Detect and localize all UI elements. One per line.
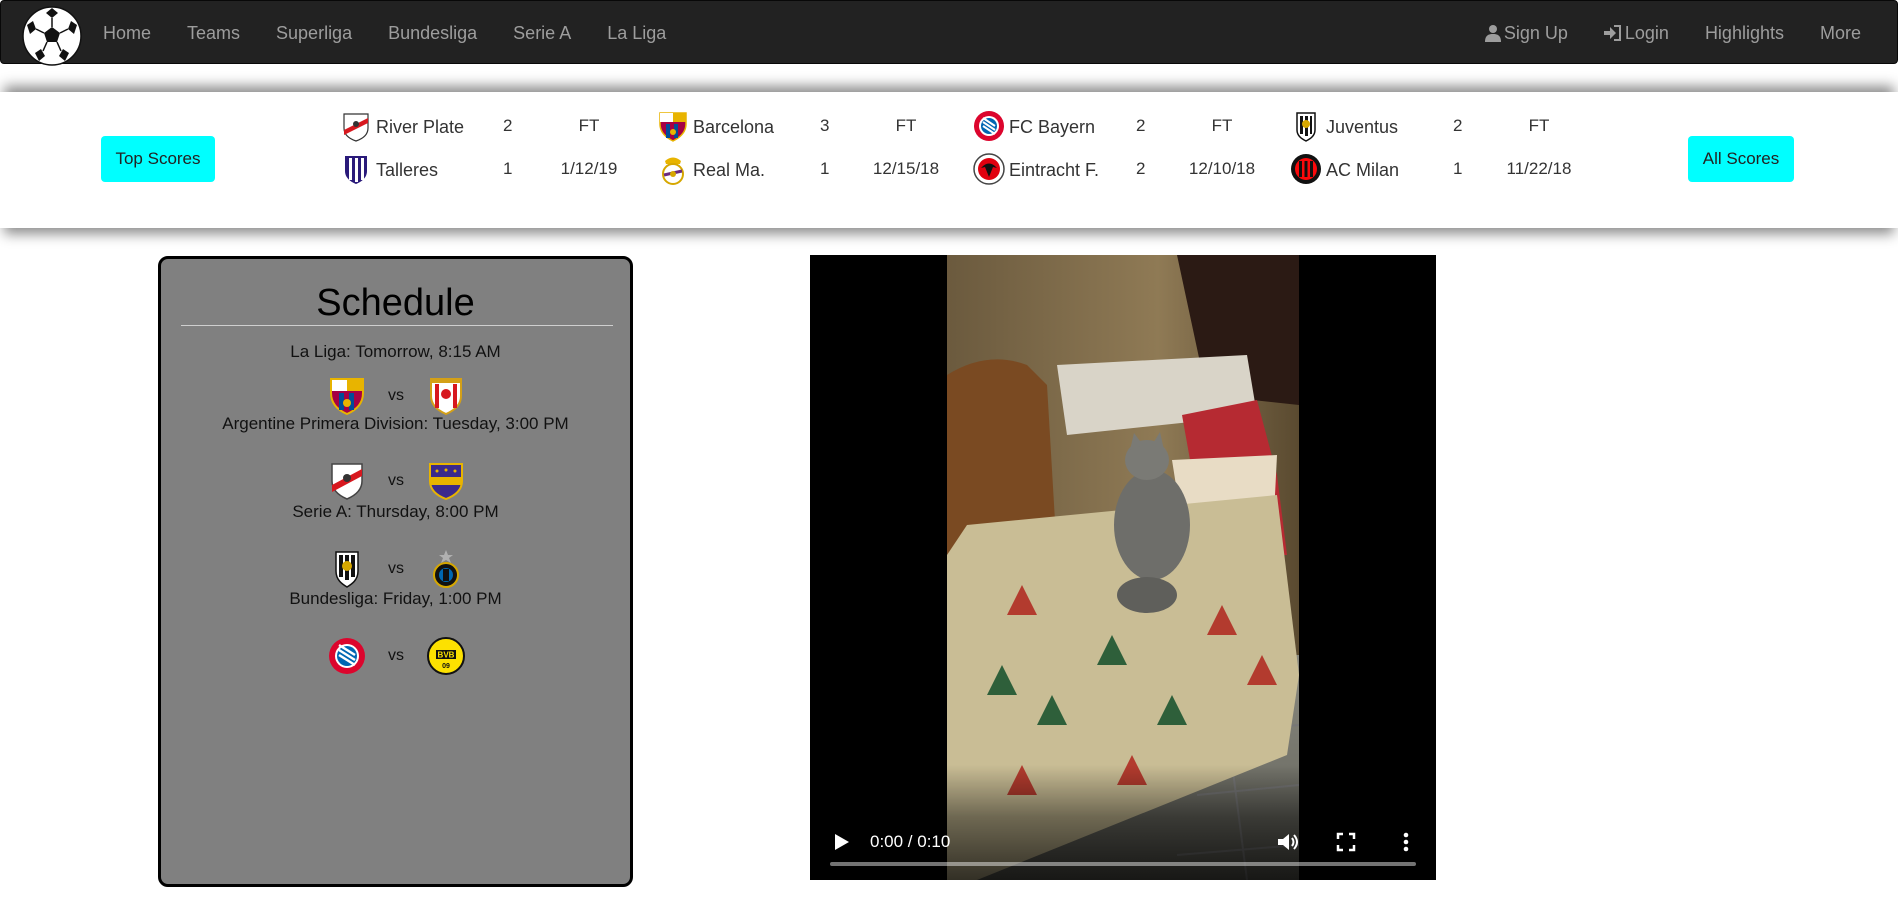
team-score: 1	[503, 159, 513, 178]
nav-link-home[interactable]: Home	[85, 1, 169, 65]
nav-link-highlights[interactable]: Highlights	[1687, 1, 1802, 65]
top-scores-button[interactable]: Top Scores	[101, 136, 215, 182]
login-icon	[1603, 25, 1621, 41]
bayern-crest-icon	[974, 111, 1004, 141]
video-player[interactable]: 0:00 / 0:10	[810, 255, 1436, 880]
match-status: FT	[895, 116, 917, 135]
river-plate-crest-icon	[343, 113, 369, 142]
match-date: 1/12/19	[560, 159, 618, 178]
sevilla-crest-icon	[430, 378, 462, 416]
video-progress-bar[interactable]	[830, 862, 1416, 866]
game-title: Bundesliga: Friday, 1:00 PM	[289, 589, 502, 608]
game-matchup[interactable]: vs	[161, 461, 630, 501]
score-row-home: River Plate 2 FT	[340, 106, 630, 146]
game-title: Serie A: Thursday, 8:00 PM	[292, 502, 499, 521]
score-row-home: FC Bayern 2 FT	[973, 106, 1263, 146]
team-score: 2	[503, 116, 513, 135]
team-score: 1	[820, 159, 830, 178]
dortmund-crest-icon: BVB 09	[427, 637, 465, 675]
match-date: 11/22/18	[1506, 159, 1572, 178]
match-date: 12/10/18	[1188, 159, 1256, 178]
team-name: Eintracht F.	[1009, 160, 1100, 180]
video-controls: 0:00 / 0:10	[810, 765, 1436, 880]
vs-label: vs	[388, 560, 404, 577]
boca-juniors-crest-icon	[429, 463, 463, 501]
team-name: Barcelona	[693, 117, 775, 137]
game-matchup[interactable]: vs BVB 09	[161, 636, 630, 676]
team-score: 2	[1136, 116, 1146, 135]
real-madrid-crest-icon	[662, 157, 684, 185]
nav-link-bundesliga[interactable]: Bundesliga	[370, 1, 495, 65]
score-row-home: Barcelona 3 FT	[657, 106, 947, 146]
user-icon	[1484, 25, 1501, 42]
schedule-panel: Schedule La Liga: Tomorrow, 8:15 AM vs A…	[158, 256, 633, 887]
match-date: 12/15/18	[872, 159, 940, 178]
scores-bar: Top Scores River Plate 2 FT Talleres 1 1…	[0, 92, 1898, 228]
match-status: FT	[1211, 116, 1233, 135]
svg-text:09: 09	[442, 663, 450, 670]
nav-link-serie-a[interactable]: Serie A	[495, 1, 589, 65]
vs-label: vs	[388, 472, 404, 489]
more-options-icon[interactable]	[1393, 829, 1419, 855]
all-scores-button[interactable]: All Scores	[1688, 136, 1794, 182]
video-time: 0:00 / 0:10	[870, 832, 951, 851]
vs-label: vs	[388, 647, 404, 664]
nav-right-links: Sign Up Login Highlights More	[1467, 1, 1879, 65]
barcelona-crest-icon	[330, 378, 364, 416]
game-title: La Liga: Tomorrow, 8:15 AM	[290, 342, 501, 361]
nav-link-teams[interactable]: Teams	[169, 1, 258, 65]
talleres-crest-icon	[345, 156, 367, 184]
team-name: Real Ma.	[693, 160, 766, 180]
nav-links: Home Teams Superliga Bundesliga Serie A …	[85, 1, 684, 65]
match-status: FT	[1528, 116, 1550, 135]
signup-label: Sign Up	[1503, 23, 1568, 43]
login-label: Login	[1624, 23, 1669, 43]
match-status: FT	[578, 116, 600, 135]
play-icon[interactable]	[830, 831, 852, 853]
team-name: Talleres	[376, 160, 439, 180]
signup-link[interactable]: Sign Up	[1467, 1, 1586, 65]
team-name: Juventus	[1326, 117, 1399, 137]
team-score: 2	[1453, 116, 1463, 135]
login-link[interactable]: Login	[1586, 1, 1687, 65]
score-card[interactable]: Juventus 2 FT AC Milan 1 11/22/18	[1290, 106, 1580, 206]
river-plate-crest-icon	[331, 463, 363, 500]
juventus-crest-icon	[1296, 112, 1316, 142]
score-card[interactable]: Barcelona 3 FT Real Ma. 1 12/15/18	[657, 106, 947, 206]
game-matchup[interactable]: vs	[161, 376, 630, 416]
ac-milan-crest-icon	[1291, 154, 1321, 184]
team-score: 3	[820, 116, 830, 135]
schedule-divider	[181, 325, 613, 326]
bayern-crest-icon	[329, 638, 365, 674]
team-name: AC Milan	[1326, 160, 1400, 180]
top-navbar: Home Teams Superliga Bundesliga Serie A …	[0, 0, 1898, 67]
score-card[interactable]: River Plate 2 FT Talleres 1 1/12/19	[340, 106, 630, 206]
volume-icon[interactable]	[1275, 829, 1301, 855]
score-row-away: Eintracht F. 2 12/10/18	[973, 149, 1263, 189]
score-row-away: Real Ma. 1 12/15/18	[657, 149, 947, 189]
nav-link-la-liga[interactable]: La Liga	[589, 1, 684, 65]
vs-label: vs	[388, 387, 404, 404]
nav-link-superliga[interactable]: Superliga	[258, 1, 370, 65]
team-score: 1	[1453, 159, 1463, 178]
inter-crest-icon	[433, 550, 459, 588]
score-row-away: Talleres 1 1/12/19	[340, 149, 630, 189]
fullscreen-icon[interactable]	[1333, 829, 1359, 855]
barcelona-crest-icon	[659, 112, 687, 142]
score-card[interactable]: FC Bayern 2 FT Eintracht F. 2 12/10/18	[973, 106, 1263, 206]
team-score: 2	[1136, 159, 1146, 178]
team-name: FC Bayern	[1009, 117, 1096, 137]
team-name: River Plate	[376, 117, 465, 137]
soccer-ball-logo[interactable]	[21, 5, 83, 67]
svg-text:BVB: BVB	[438, 651, 455, 660]
score-row-home: Juventus 2 FT	[1290, 106, 1580, 146]
juventus-crest-icon	[335, 551, 359, 588]
game-matchup[interactable]: vs	[161, 549, 630, 589]
nav-link-more[interactable]: More	[1802, 1, 1879, 65]
eintracht-crest-icon	[973, 153, 1005, 185]
score-row-away: AC Milan 1 11/22/18	[1290, 149, 1580, 189]
game-title: Argentine Primera Division: Tuesday, 3:0…	[222, 414, 569, 433]
schedule-title: Schedule	[316, 282, 475, 324]
